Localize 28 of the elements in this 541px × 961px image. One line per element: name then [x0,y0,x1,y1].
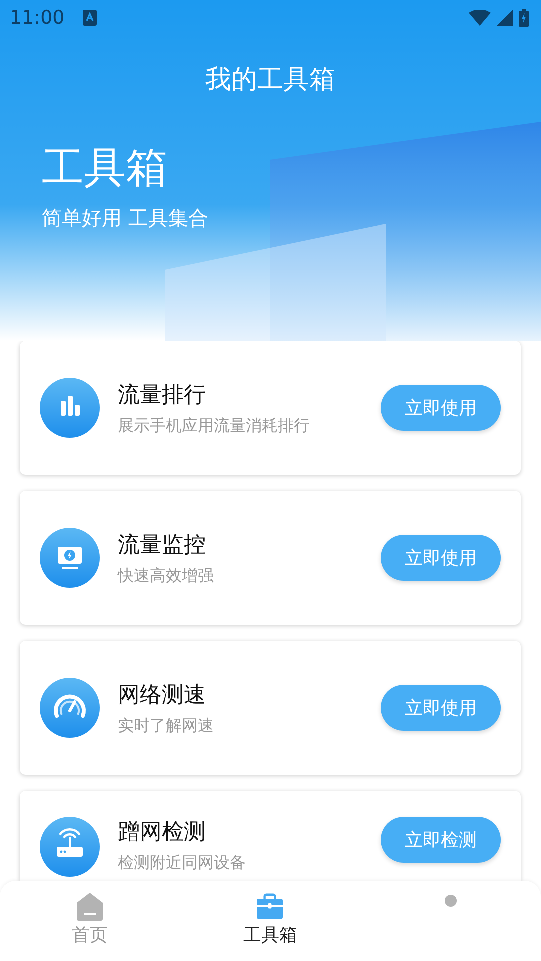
tool-description: 展示手机应用流量消耗排行 [118,416,311,436]
tool-title: 流量监控 [118,532,207,560]
signal-icon [497,10,513,26]
tab-label[interactable]: 工具箱 [243,923,298,947]
page-title: 我的工具箱 [204,64,336,97]
tool-title: 蹭网检测 [118,819,207,847]
wifi-icon [469,10,491,26]
use-button[interactable]: 立即使用 [381,385,501,431]
gauge-icon [40,678,100,738]
tool-title: 流量排行 [118,382,207,410]
tool-description: 检测附近同网设备 [118,853,247,874]
router-icon [40,817,100,877]
status-time: 11:00 [10,7,65,29]
monitor-icon [40,528,100,588]
use-button[interactable]: 立即使用 [381,535,501,581]
dot-icon[interactable] [444,895,457,907]
toolbox-icon[interactable] [257,893,284,921]
use-button[interactable]: 立即检测 [381,817,501,863]
hero-heading: 工具箱 [42,143,169,194]
tool-description: 快速高效增强 [118,566,215,586]
tab-label[interactable]: 首页 [72,923,108,947]
use-button[interactable]: 立即使用 [381,685,501,731]
tool-description: 实时了解网速 [118,716,215,736]
bar-chart-icon [40,378,100,438]
battery-icon [519,9,529,27]
tool-title: 网络测速 [118,682,207,710]
hero-subtitle: 简单好用 工具集合 [42,205,210,232]
home-icon[interactable] [77,893,104,921]
